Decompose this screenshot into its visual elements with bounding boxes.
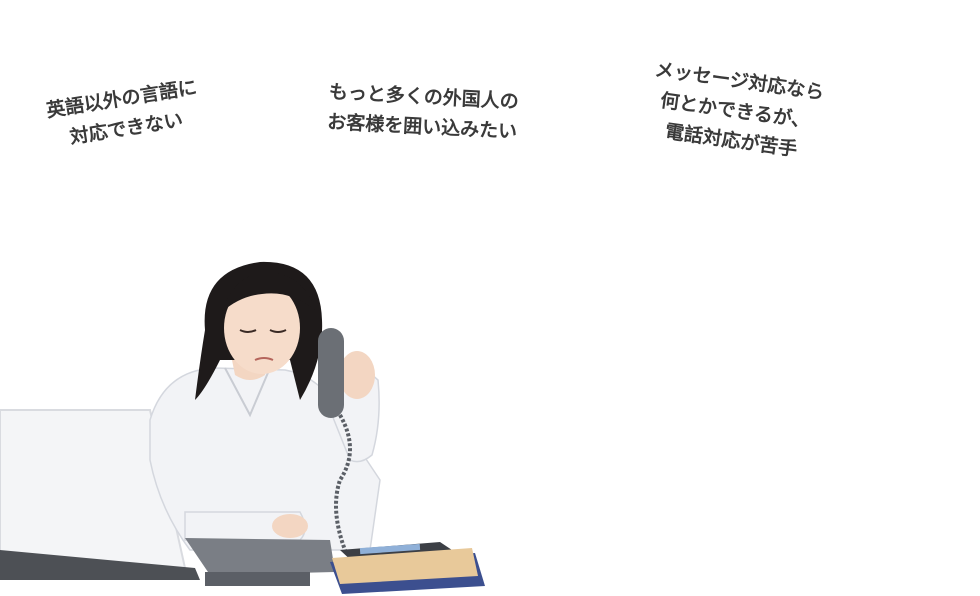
phone-base <box>185 538 335 586</box>
concern-bubble-3: メッセージ対応なら 何とかできるが、 電話対応が苦手 <box>645 55 826 168</box>
concern-bubble-1: 英語以外の言語に 対応できない <box>44 72 204 155</box>
woman-on-phone-illustration <box>0 261 485 594</box>
woman <box>149 261 381 551</box>
concern-bubble-2: もっと多くの外国人の お客様を囲い込みたい <box>327 77 520 147</box>
